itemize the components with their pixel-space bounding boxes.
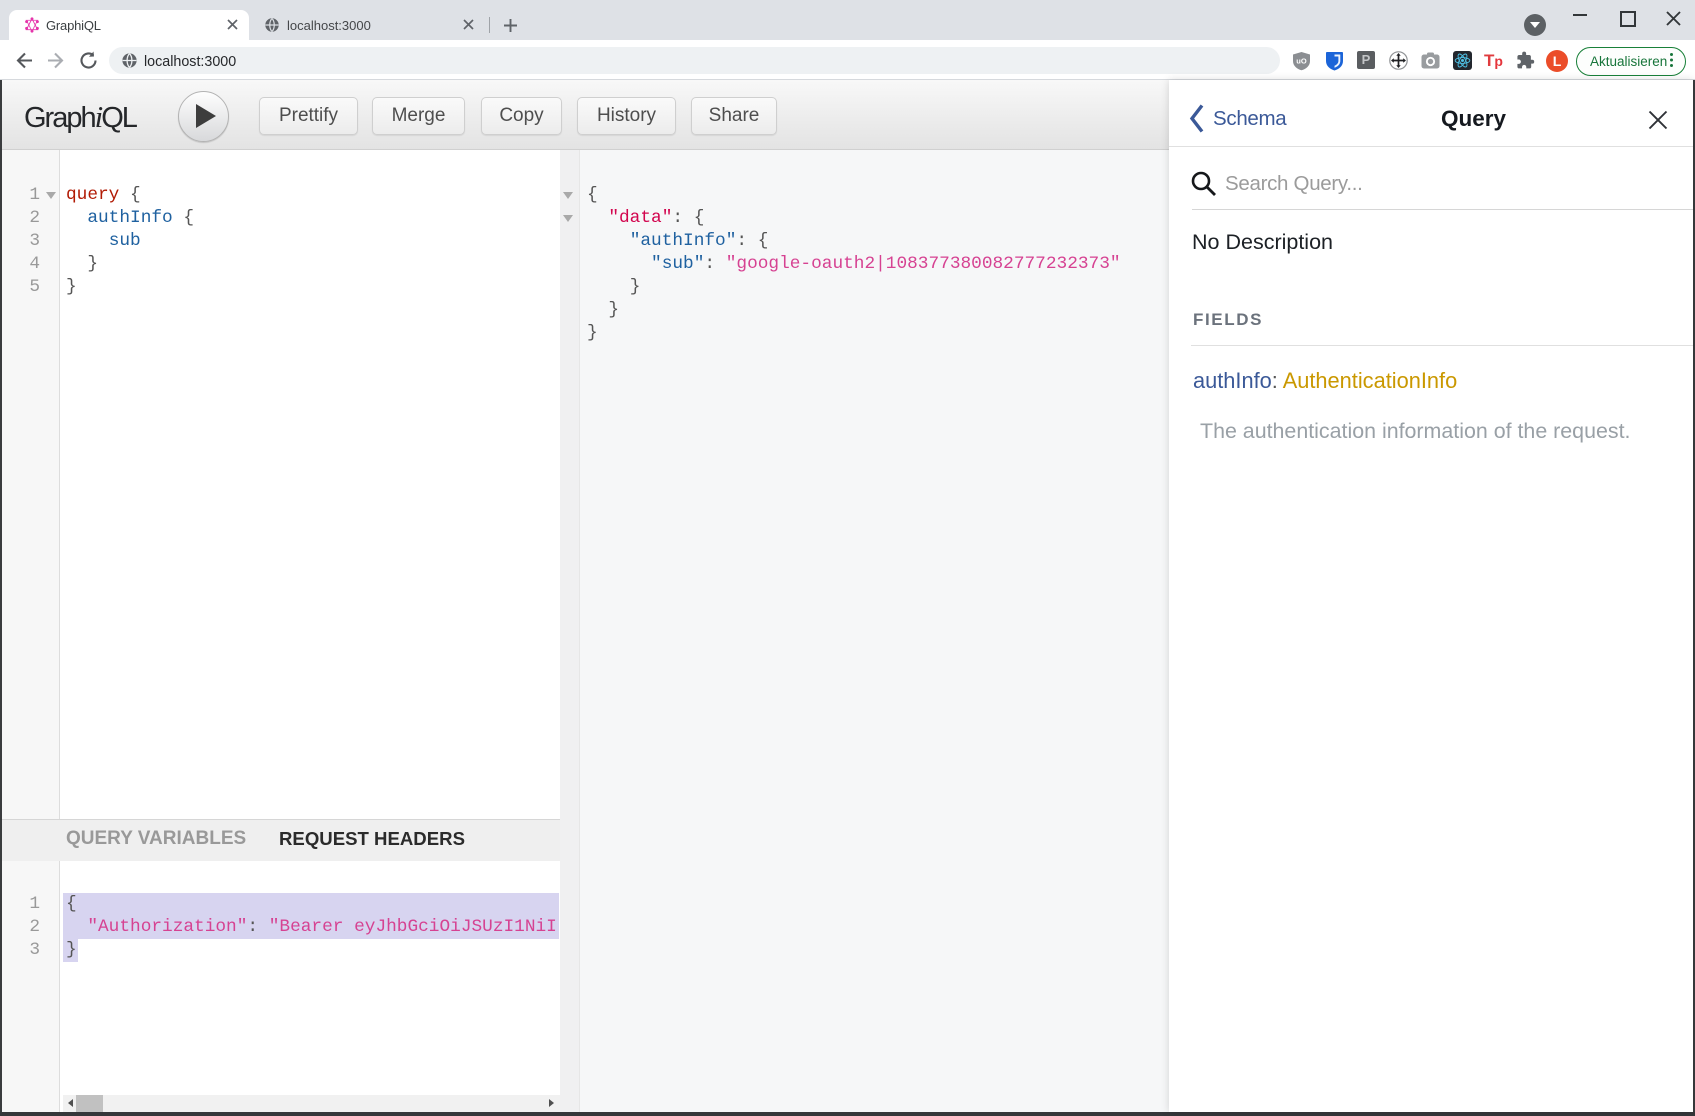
svg-text:uO: uO — [1296, 57, 1307, 66]
